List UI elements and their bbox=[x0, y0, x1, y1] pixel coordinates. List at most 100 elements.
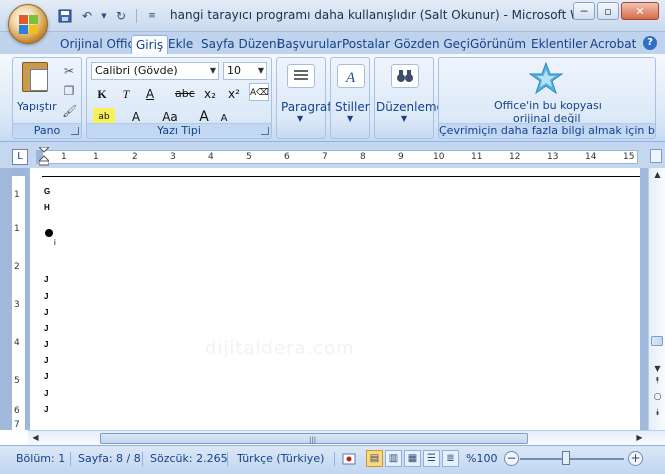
ruler-number: 5 bbox=[246, 152, 252, 162]
clipboard-launcher-icon[interactable] bbox=[71, 127, 79, 135]
svg-text:A: A bbox=[345, 70, 356, 86]
zoom-out-button[interactable]: − bbox=[504, 451, 519, 466]
horizontal-scroll-thumb[interactable]: ||| bbox=[100, 433, 528, 444]
document-line: G bbox=[44, 187, 51, 196]
vertical-ruler[interactable]: 1 1 2 3 4 5 6 7 bbox=[12, 168, 26, 430]
tab-orijinal-office[interactable]: Orijinal Offic bbox=[56, 35, 138, 54]
web-layout-view-icon[interactable]: ▦ bbox=[404, 450, 421, 467]
italic-button[interactable]: T bbox=[117, 85, 135, 103]
ruler-number: 4 bbox=[208, 152, 214, 162]
vruler-number: 7 bbox=[14, 420, 20, 430]
ruler-number: 6 bbox=[284, 152, 290, 162]
tab-giris[interactable]: Giriş bbox=[131, 35, 169, 54]
redo-icon[interactable]: ↻ bbox=[112, 7, 130, 25]
select-browse-object-icon[interactable]: ○ bbox=[652, 392, 663, 403]
print-layout-view-icon[interactable]: ▤ bbox=[366, 450, 383, 467]
help-icon[interactable]: ? bbox=[643, 36, 657, 50]
font-launcher-icon[interactable] bbox=[261, 127, 269, 135]
status-language[interactable]: Türkçe (Türkiye) bbox=[237, 452, 324, 465]
undo-dropdown-icon[interactable]: ▼ bbox=[100, 7, 108, 25]
genuine-advantage-group[interactable]: Office'in bu kopyası orijinal değil Çevr… bbox=[438, 57, 656, 139]
customize-qat-icon[interactable]: ≡ bbox=[143, 7, 161, 25]
zoom-slider-thumb[interactable] bbox=[562, 451, 570, 465]
scroll-down-icon[interactable]: ▼ bbox=[652, 364, 663, 375]
document-line: J bbox=[44, 356, 49, 365]
scroll-left-icon[interactable]: ◀ bbox=[30, 433, 41, 444]
bold-button[interactable]: K bbox=[93, 85, 111, 103]
paste-icon[interactable] bbox=[22, 62, 48, 92]
document-line: J bbox=[44, 275, 49, 284]
macro-record-icon[interactable] bbox=[342, 452, 356, 466]
ruler-number: 15 bbox=[623, 152, 635, 162]
document-line: J bbox=[44, 292, 49, 301]
tab-gorunum[interactable]: Görünüm bbox=[466, 35, 530, 54]
undo-icon[interactable]: ↶ bbox=[78, 7, 96, 25]
font-group-label: Yazı Tipi bbox=[87, 123, 271, 137]
zoom-in-button[interactable]: + bbox=[628, 451, 643, 466]
zoom-slider-track[interactable] bbox=[520, 458, 624, 460]
format-painter-icon[interactable]: 🖌 bbox=[62, 104, 77, 118]
font-size-combo[interactable]: 10 ▼ bbox=[223, 62, 267, 80]
horizontal-ruler[interactable]: 1 1 2 3 4 5 6 7 8 9 10 11 12 13 14 15 bbox=[36, 147, 638, 167]
outline-view-icon[interactable]: ☰ bbox=[423, 450, 440, 467]
status-bar: Bölüm: 1 Sayfa: 8 / 8 Sözcük: 2.265 Türk… bbox=[0, 445, 665, 474]
cut-icon[interactable]: ✂ bbox=[62, 64, 76, 78]
tab-eklentiler[interactable]: Eklentiler bbox=[527, 35, 592, 54]
status-section[interactable]: Bölüm: 1 bbox=[16, 452, 65, 465]
tab-postalar[interactable]: Postalar bbox=[338, 35, 394, 54]
tab-basvurular[interactable]: Başvurular bbox=[273, 35, 346, 54]
copy-icon[interactable]: ❐ bbox=[62, 84, 76, 98]
full-screen-reading-view-icon[interactable]: ▥ bbox=[385, 450, 402, 467]
document-page[interactable]: G H i J J J J J J J J J dijitaldera.com bbox=[30, 168, 640, 430]
status-page[interactable]: Sayfa: 8 / 8 bbox=[78, 452, 141, 465]
clear-formatting-icon[interactable]: A⌫ bbox=[249, 83, 269, 101]
scroll-up-icon[interactable]: ▲ bbox=[652, 170, 663, 181]
paragraph-group[interactable]: Paragraf ▼ bbox=[276, 57, 331, 139]
status-separator bbox=[142, 452, 143, 466]
superscript-button[interactable]: x² bbox=[225, 85, 243, 103]
status-separator bbox=[227, 452, 228, 466]
ruler-row: L 1 1 2 3 4 5 6 7 8 9 10 11 12 13 14 15 bbox=[0, 142, 665, 168]
styles-button-label: Stiller bbox=[335, 100, 370, 114]
ruler-number: 1 bbox=[93, 152, 99, 162]
document-line: J bbox=[44, 308, 49, 317]
scroll-right-icon[interactable]: ▶ bbox=[634, 433, 645, 444]
quick-access-toolbar: ↶ ▼ ↻ ≡ bbox=[56, 7, 161, 25]
tab-gozden-gecir[interactable]: Gözden Geçi bbox=[390, 35, 474, 54]
strikethrough-button[interactable]: abc bbox=[175, 85, 195, 103]
document-line: i bbox=[54, 238, 56, 247]
office-button[interactable] bbox=[8, 4, 48, 44]
document-area: 1 1 2 3 4 5 6 7 G H i J J J J J J J J J … bbox=[0, 168, 665, 430]
status-word-count[interactable]: Sözcük: 2.265 bbox=[150, 452, 228, 465]
paste-button[interactable]: Yapıştır bbox=[17, 100, 57, 113]
subscript-button[interactable]: x₂ bbox=[201, 85, 219, 103]
tab-selector-button[interactable]: L bbox=[12, 149, 28, 165]
zoom-level[interactable]: %100 bbox=[466, 452, 497, 465]
font-name-combo[interactable]: Calibri (Gövde) ▼ bbox=[91, 62, 219, 80]
vertical-scrollbar[interactable]: ▲ ⯭ ○ ⯯ ▼ bbox=[648, 168, 665, 430]
editing-group[interactable]: Düzenleme ▼ bbox=[374, 57, 444, 139]
indent-marker-icon[interactable] bbox=[39, 147, 49, 167]
styles-group[interactable]: A Stiller ▼ bbox=[330, 57, 370, 139]
next-page-icon[interactable]: ⯯ bbox=[652, 408, 663, 419]
document-line: J bbox=[44, 372, 49, 381]
restore-button[interactable]: ▫ bbox=[597, 2, 619, 20]
tab-sayfa-duzeni[interactable]: Sayfa Düzeni bbox=[197, 35, 284, 54]
view-ruler-icon[interactable] bbox=[650, 149, 662, 163]
tab-acrobat[interactable]: Acrobat bbox=[586, 35, 640, 54]
close-button[interactable]: ✕ bbox=[621, 2, 659, 20]
vruler-number: 1 bbox=[14, 224, 20, 234]
tab-ekle[interactable]: Ekle bbox=[164, 35, 197, 54]
vruler-number: 1 bbox=[14, 190, 20, 200]
vruler-number: 2 bbox=[14, 262, 20, 272]
underline-button[interactable]: A bbox=[141, 85, 159, 103]
horizontal-scrollbar[interactable]: ◀ ||| ▶ bbox=[28, 430, 665, 445]
minimize-button[interactable]: ─ bbox=[573, 2, 595, 20]
ruler-number: 14 bbox=[585, 152, 597, 162]
draft-view-icon[interactable]: ≣ bbox=[442, 450, 459, 467]
vertical-scroll-thumb[interactable] bbox=[651, 336, 663, 346]
previous-page-icon[interactable]: ⯭ bbox=[652, 376, 663, 387]
chevron-down-icon: ▼ bbox=[297, 114, 304, 123]
ruler-number: 11 bbox=[471, 152, 483, 162]
save-icon[interactable] bbox=[56, 7, 74, 25]
